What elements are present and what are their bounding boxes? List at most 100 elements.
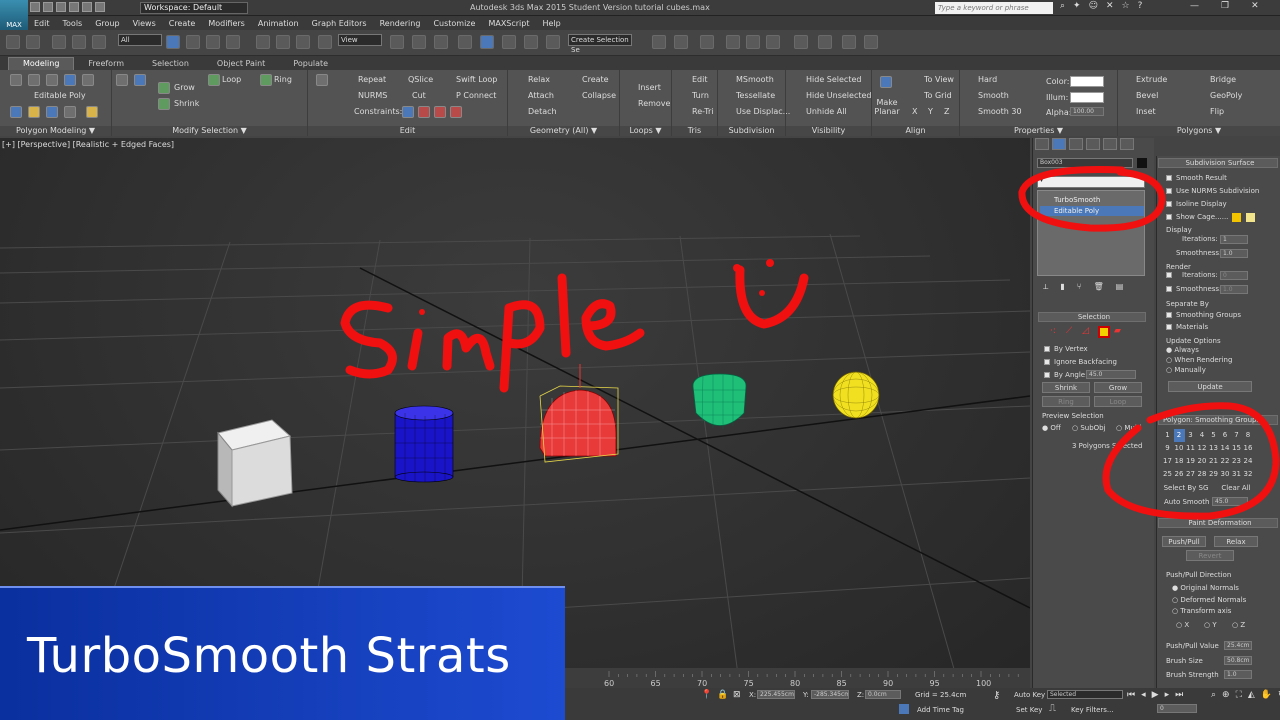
align-x-button[interactable]: X: [912, 107, 917, 116]
menu-rendering[interactable]: Rendering: [380, 19, 421, 28]
render-iterations-checkbox[interactable]: [1166, 272, 1172, 278]
insert-label[interactable]: Insert: [638, 83, 661, 92]
help-icon[interactable]: ?: [1138, 1, 1143, 11]
use-soft-selection-icon[interactable]: [86, 106, 98, 118]
align-y-button[interactable]: Y: [928, 107, 933, 116]
border-mode-icon[interactable]: [46, 74, 58, 86]
maximize-icon[interactable]: ❐: [1221, 1, 1229, 11]
tab-freeform[interactable]: Freeform: [74, 59, 138, 68]
new-file-icon[interactable]: [30, 2, 40, 12]
constraint-face-icon[interactable]: [434, 106, 446, 118]
hierarchy-tab-icon[interactable]: [1069, 138, 1083, 150]
remove-modifier-icon[interactable]: 🗑: [1094, 282, 1104, 294]
tab-populate[interactable]: Populate: [279, 59, 342, 68]
polygons-footer[interactable]: Polygons ▼: [1118, 126, 1280, 136]
undo-icon[interactable]: [69, 2, 79, 12]
box-object[interactable]: [217, 419, 293, 508]
menu-customize[interactable]: Customize: [433, 19, 475, 28]
nurms-label[interactable]: NURMS: [358, 91, 387, 100]
tessellate-label[interactable]: Tessellate: [736, 91, 775, 100]
toggle-scene-explorer-icon[interactable]: [700, 35, 714, 49]
menu-modifiers[interactable]: Modifiers: [208, 19, 245, 28]
swift-loop-label[interactable]: Swift Loop: [456, 75, 497, 84]
loop-icon[interactable]: [208, 74, 220, 86]
percent-snap-icon[interactable]: [502, 35, 516, 49]
grow-icon[interactable]: [158, 82, 170, 94]
brush-size-spinner[interactable]: 50.8cm: [1224, 656, 1252, 665]
render-icon[interactable]: [864, 35, 878, 49]
collapse-label[interactable]: Collapse: [582, 91, 616, 100]
z-coordinate-field[interactable]: 0.0cm: [865, 690, 901, 699]
edge-mode-icon[interactable]: [28, 74, 40, 86]
loop-label[interactable]: Loop: [222, 75, 241, 84]
toggle-ribbon-icon[interactable]: [746, 35, 760, 49]
retri-label[interactable]: Re-Tri: [692, 107, 714, 116]
shrink-icon[interactable]: [158, 98, 170, 110]
element-mode-icon[interactable]: [82, 74, 94, 86]
hide-unselected-label[interactable]: Hide Unselected: [806, 91, 871, 100]
display-smoothness-spinner[interactable]: 1.0: [1220, 249, 1248, 258]
ignore-backfacing-checkbox[interactable]: [1044, 359, 1050, 365]
selection-rollout-header[interactable]: Selection: [1038, 312, 1146, 322]
material-editor-icon[interactable]: [818, 35, 832, 49]
cylinder-object[interactable]: [394, 405, 454, 483]
attach-label[interactable]: Attach: [528, 91, 554, 100]
menu-help[interactable]: Help: [543, 19, 561, 28]
constraint-edge-icon[interactable]: [418, 106, 430, 118]
modify-selection-footer[interactable]: Modify Selection ▼: [112, 126, 307, 136]
illum-color-swatch[interactable]: [1070, 92, 1104, 103]
update-when-rendering-radio[interactable]: ○ When Rendering: [1166, 356, 1232, 364]
modify-tab-icon[interactable]: [1052, 138, 1066, 150]
turn-label[interactable]: Turn: [692, 91, 709, 100]
user-icon[interactable]: ☺: [1089, 1, 1098, 11]
brush-strength-spinner[interactable]: 1.0: [1224, 670, 1252, 679]
border-level-icon[interactable]: ◿: [1082, 326, 1094, 338]
menu-animation[interactable]: Animation: [258, 19, 299, 28]
properties-footer[interactable]: Properties ▼: [960, 126, 1117, 136]
qslice-label[interactable]: QSlice: [408, 75, 433, 84]
render-setup-icon[interactable]: [842, 35, 856, 49]
show-end-result-icon[interactable]: [46, 106, 58, 118]
save-file-icon[interactable]: [56, 2, 66, 12]
redo-icon[interactable]: [82, 2, 92, 12]
make-unique-icon[interactable]: ⑂: [1077, 282, 1082, 294]
go-to-start-icon[interactable]: ⏮: [1127, 690, 1135, 700]
move-icon[interactable]: [256, 35, 270, 49]
star-icon[interactable]: ☆: [1122, 1, 1130, 11]
extrude-label[interactable]: Extrude: [1136, 75, 1167, 84]
vertex-color-swatch[interactable]: [1070, 76, 1104, 87]
polygon-level-icon[interactable]: [1098, 326, 1110, 338]
display-tab-icon[interactable]: [1103, 138, 1117, 150]
smooth-label[interactable]: Smooth: [978, 91, 1009, 100]
utilities-tab-icon[interactable]: [1120, 138, 1134, 150]
subdivision-surface-header[interactable]: Subdivision Surface: [1158, 158, 1278, 168]
key-filters-button[interactable]: Key Filters...: [1071, 706, 1114, 714]
repeat-label[interactable]: Repeat: [358, 75, 386, 84]
pan-icon[interactable]: ✋: [1261, 690, 1272, 700]
zoom-all-icon[interactable]: ⊕: [1222, 690, 1230, 700]
align-z-button[interactable]: Z: [944, 107, 949, 116]
next-frame-icon[interactable]: ▸: [1165, 690, 1170, 700]
materials-checkbox[interactable]: [1166, 324, 1172, 330]
ring-icon[interactable]: [260, 74, 272, 86]
repeat-icon[interactable]: [316, 74, 328, 86]
grow-label[interactable]: Grow: [174, 83, 195, 92]
go-to-end-icon[interactable]: ⏭: [1175, 690, 1183, 700]
align-icon[interactable]: [674, 35, 688, 49]
pivot-center-icon[interactable]: [390, 35, 404, 49]
layer-explorer-icon[interactable]: [726, 35, 740, 49]
vertex-level-icon[interactable]: ·:: [1050, 326, 1062, 338]
axis-y-radio[interactable]: ○ Y: [1204, 621, 1217, 629]
x-coordinate-field[interactable]: 225.455cm: [757, 690, 795, 699]
schematic-view-icon[interactable]: [794, 35, 808, 49]
set-key-button[interactable]: Set Key: [1016, 706, 1042, 714]
create-tab-icon[interactable]: [1035, 138, 1049, 150]
tris-edit-label[interactable]: Edit: [692, 75, 708, 84]
edit-named-selection-icon[interactable]: [546, 35, 560, 49]
ring-label[interactable]: Ring: [274, 75, 292, 84]
minimize-icon[interactable]: —: [1190, 1, 1199, 11]
vertex-mode-icon[interactable]: [10, 74, 22, 86]
subscription-icon[interactable]: ✦: [1073, 1, 1081, 11]
angle-snap-icon[interactable]: [480, 35, 494, 49]
grow-selection-icon[interactable]: [116, 74, 128, 86]
